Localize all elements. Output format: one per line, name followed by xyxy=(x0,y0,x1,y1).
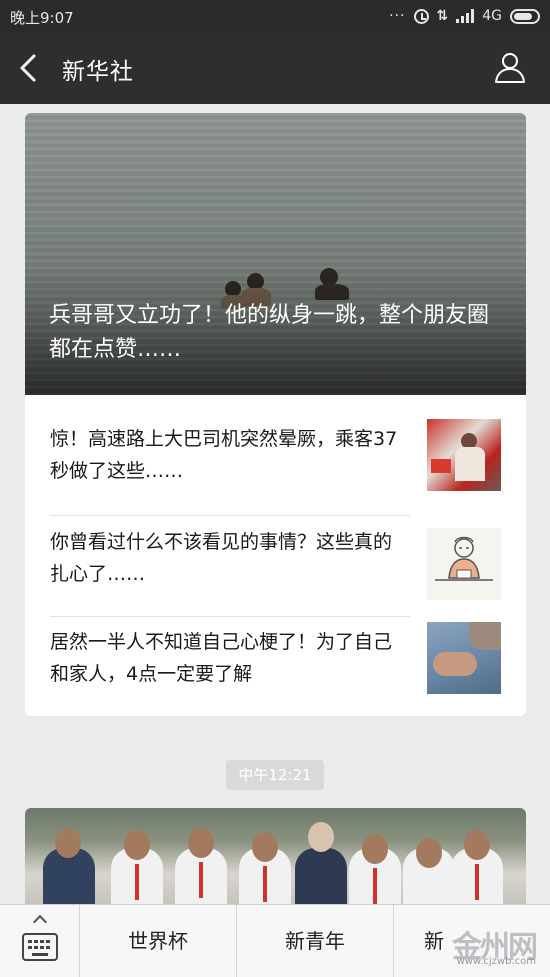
menu-item-world-cup[interactable]: 世界杯 xyxy=(80,905,237,977)
news-thumbnail xyxy=(427,528,501,600)
keyboard-toggle-button[interactable] xyxy=(0,905,80,977)
caret-up-icon xyxy=(32,914,48,930)
news-title: 居然一半人不知道自己心梗了！为了自己和家人，4点一定要了解 xyxy=(50,631,393,685)
bottom-menu-bar: 世界杯 新青年 新 xyxy=(0,904,550,977)
alarm-icon xyxy=(413,8,429,24)
photo-figure xyxy=(464,830,490,860)
news-thumbnail xyxy=(427,622,501,694)
status-time: 晚上9:07 xyxy=(10,9,74,27)
illustration-icon xyxy=(435,536,493,581)
network-type: 4G xyxy=(482,8,502,24)
photo-figure xyxy=(475,864,479,900)
hero-article[interactable]: 兵哥哥又立功了！他的纵身一跳，整个朋友圈都在点赞…… xyxy=(25,113,526,395)
news-card: 兵哥哥又立功了！他的纵身一跳，整个朋友圈都在点赞…… 惊！高速路上大巴司机突然晕… xyxy=(25,113,526,716)
back-arrow-icon xyxy=(20,54,36,82)
app-header: 新华社 xyxy=(0,32,550,104)
status-bar: 晚上9:07 ··· ⇅ 4G xyxy=(0,0,550,32)
photo-figure xyxy=(55,828,81,858)
photo-figure xyxy=(252,832,278,862)
battery-icon xyxy=(510,8,540,24)
photo-figure xyxy=(135,864,139,900)
photo-figure xyxy=(362,834,388,864)
photo-figure xyxy=(263,866,267,902)
news-title: 你曾看过什么不该看见的事情？这些真的扎心了…… xyxy=(50,531,393,585)
news-card xyxy=(25,808,526,918)
hero-title: 兵哥哥又立功了！他的纵身一跳，整个朋友圈都在点赞…… xyxy=(49,303,490,362)
status-icons: ··· ⇅ 4G xyxy=(389,5,540,27)
photo-figure xyxy=(308,822,334,852)
timestamp-badge: 中午12:21 xyxy=(226,760,324,790)
menu-item-new-youth[interactable]: 新青年 xyxy=(237,905,394,977)
news-title: 惊！高速路上大巴司机突然晕厥，乘客37秒做了这些…… xyxy=(50,428,398,482)
photo-figure xyxy=(199,862,203,898)
person-icon xyxy=(495,53,525,83)
page-title: 新华社 xyxy=(62,59,134,85)
news-photo[interactable] xyxy=(25,808,526,918)
data-transfer-icon: ⇅ xyxy=(436,8,449,24)
menu-item-more[interactable]: 新 xyxy=(394,905,550,977)
news-item[interactable]: 惊！高速路上大巴司机突然晕厥，乘客37秒做了这些…… xyxy=(25,413,526,513)
profile-button[interactable] xyxy=(492,49,528,85)
menu-item-label: 新 xyxy=(424,929,444,953)
back-button[interactable] xyxy=(14,52,48,84)
news-item[interactable]: 你曾看过什么不该看见的事情？这些真的扎心了…… xyxy=(25,516,526,616)
notification-dots-icon: ··· xyxy=(389,8,406,24)
keyboard-icon xyxy=(22,933,58,961)
photo-figure xyxy=(416,838,442,868)
photo-figure xyxy=(373,868,377,904)
photo-figure xyxy=(124,830,150,860)
news-thumbnail xyxy=(427,419,501,491)
news-item[interactable]: 居然一半人不知道自己心梗了！为了自己和家人，4点一定要了解 xyxy=(25,616,526,716)
signal-icon xyxy=(456,9,475,23)
photo-figure xyxy=(188,828,214,858)
